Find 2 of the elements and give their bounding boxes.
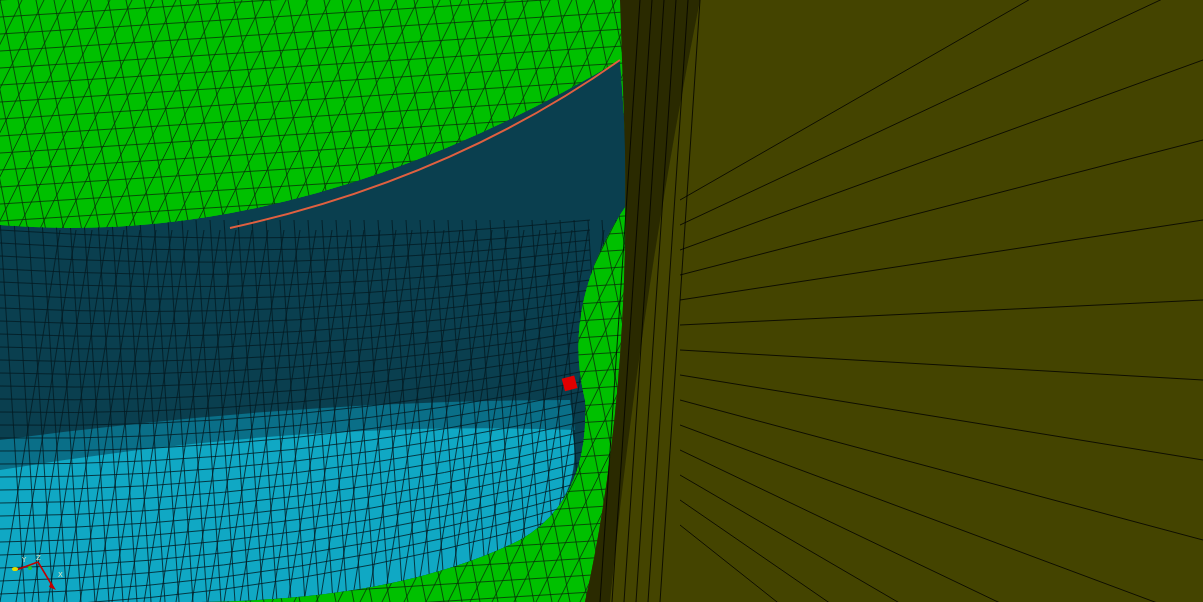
axis-triad-icon <box>12 561 56 590</box>
marker-point <box>561 375 578 392</box>
